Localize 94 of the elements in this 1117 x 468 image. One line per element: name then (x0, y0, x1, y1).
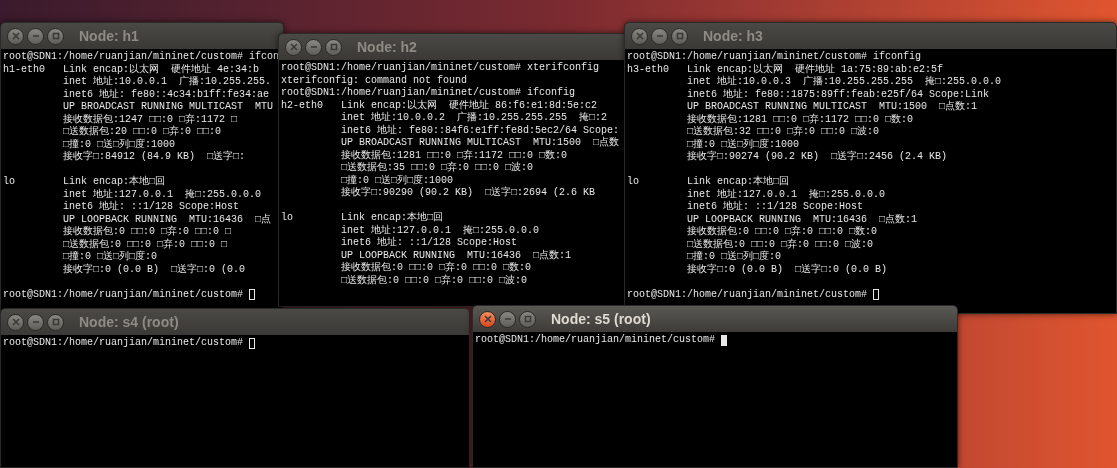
text-cursor (873, 289, 880, 301)
text-cursor (249, 289, 256, 301)
terminal-line: xterifconfig: command not found (281, 74, 469, 87)
minimize-icon (309, 43, 318, 51)
command-prompt: root@SDN1:/home/ruanjian/mininet/custom# (3, 337, 245, 350)
minimize-button[interactable] (305, 38, 322, 56)
terminal-line: inet6 地址: ::1/128 Scope:Host (62, 201, 241, 214)
terminal-line: UP BROADCAST RUNNING MULTICAST MTU:1500 □点数 (340, 137, 621, 149)
maximize-button[interactable] (47, 27, 64, 45)
terminal-line: UP LOOPBACK RUNNING MTU:16436 □点数:1 (340, 249, 573, 261)
command-prompt: root@SDN1:/home/ruanjian/mininet/custom# (627, 288, 869, 301)
terminal-line: □撞:0 □送□列□度:0 (62, 251, 159, 263)
terminal-line: 接收数据包:1281 □□:0 □弃:1172 □□:0 □数:0 (340, 149, 569, 161)
close-button[interactable] (479, 310, 496, 328)
terminal-line: □撞:0 □送□列□度:1000 (686, 138, 801, 150)
minimize-icon (503, 315, 512, 323)
terminal-line: UP LOOPBACK RUNNING MTU:16436 □点 (62, 213, 273, 225)
maximize-icon (329, 43, 338, 51)
maximize-button[interactable] (325, 38, 342, 56)
close-button[interactable] (631, 27, 648, 45)
terminal-line: 接收字□:0 (0.0 B) □送字□:0 (0.0 (62, 263, 247, 276)
terminal-line: 接收字□:90274 (90.2 KB) □送字□:2456 (2.4 KB) (686, 151, 949, 164)
terminal-line: inet6 地址: ::1/128 Scope:Host (340, 237, 519, 250)
terminal-line: inet6 地址: ::1/128 Scope:Host (686, 201, 865, 214)
minimize-icon (31, 32, 40, 40)
terminal-line: □送数据包:32 □□:0 □弃:0 □□:0 □波:0 (686, 126, 881, 138)
terminal-line: h3-eth0 Link encap:以太网 硬件地址 1a:75:89:ab:e2:5f (627, 63, 945, 75)
minimize-icon (655, 32, 664, 40)
command-prompt: root@SDN1:/home/ruanjian/mininet/custom# (475, 334, 717, 347)
close-icon (11, 318, 20, 326)
terminal-line: 接收数据包:1247 □□:0 □弃:1172 □ (62, 113, 239, 125)
terminal-line: □送数据包:0 □□:0 □弃:0 □□:0 □ (62, 238, 229, 250)
terminal-line: □送数据包:20 □□:0 □弃:0 □□:0 (62, 126, 223, 138)
terminal-line: inet 地址:127.0.0.1 掩□:255.0.0.0 (686, 188, 887, 200)
terminal-line: 接收数据包:0 □□:0 □弃:0 □□:0 □ (62, 226, 233, 238)
text-cursor (249, 337, 256, 349)
close-icon (289, 43, 298, 51)
maximize-button[interactable] (519, 310, 536, 328)
terminal-line: inet 地址:127.0.0.1 掩□:255.0.0.0 (340, 224, 541, 236)
minimize-button[interactable] (651, 27, 668, 45)
terminal-line: inet 地址:127.0.0.1 掩□:255.0.0.0 (62, 188, 263, 200)
terminal-line: □送数据包:0 □□:0 □弃:0 □□:0 □波:0 (340, 274, 529, 287)
maximize-icon (675, 32, 684, 40)
terminal-line: inet6 地址: fe80::84f6:e1ff:fe8d:5ec2/64 Scope: (340, 124, 621, 136)
terminal-line: □撞:0 □送□列□度:0 (686, 251, 783, 263)
close-icon (483, 315, 492, 323)
terminal-line: inet 地址:10.0.0.1 广播:10.255.255. (62, 76, 273, 88)
terminal-line: lo Link encap:本地□回 (627, 176, 791, 188)
terminal-line: 接收字□:0 (0.0 B) □送字□:0 (0.0 B) (686, 263, 889, 276)
close-button[interactable] (285, 38, 302, 56)
window-title: Node: s4 (root) (79, 312, 179, 332)
minimize-button[interactable] (27, 27, 44, 45)
terminal-line: UP BROADCAST RUNNING MULTICAST MTU (62, 101, 275, 113)
command-prompt: root@SDN1:/home/ruanjian/mininet/custom# (3, 288, 245, 301)
terminal-line: □送数据包:0 □□:0 □弃:0 □□:0 □波:0 (686, 238, 875, 250)
minimize-icon (31, 318, 40, 326)
terminal-line: root@SDN1:/home/ruanjian/mininet/custom# ifconfig (627, 51, 923, 63)
close-button[interactable] (7, 313, 24, 331)
maximize-button[interactable] (671, 27, 688, 45)
minimize-button[interactable] (499, 310, 516, 328)
maximize-icon (51, 318, 60, 326)
close-icon (11, 32, 20, 40)
terminal-line: 接收字□:90290 (90.2 KB) □送字□:2694 (2.6 KB (340, 187, 597, 200)
terminal-line: root@SDN1:/home/ruanjian/mininet/custom# ifconfig (281, 87, 577, 99)
terminal-line: inet 地址:10.0.0.3 广播:10.255.255.255 掩□:255.0.0.0 (686, 76, 1003, 88)
maximize-button[interactable] (47, 313, 64, 331)
window-title: Node: h1 (79, 26, 139, 46)
terminal-line: 接收字□:84912 (84.9 KB) □送字□: (62, 151, 247, 164)
maximize-icon (51, 32, 60, 40)
terminal-line: h1-eth0 Link encap:以太网 硬件地址 4e:34:b (3, 63, 261, 75)
terminal-line: □撞:0 □送□列□度:1000 (62, 138, 177, 150)
terminal-line: h2-eth0 Link encap:以太网 硬件地址 86:f6:e1:8d:5e:c2 (281, 99, 599, 111)
window-title: Node: h3 (703, 26, 763, 46)
window-title: Node: s5 (root) (551, 309, 651, 329)
terminal-line: 接收数据包:0 □□:0 □弃:0 □□:0 □数:0 (686, 226, 879, 238)
minimize-button[interactable] (27, 313, 44, 331)
terminal-line: inet 地址:10.0.0.2 广播:10.255.255.255 掩□:2 (340, 112, 609, 124)
terminal-line: UP LOOPBACK RUNNING MTU:16436 □点数:1 (686, 213, 919, 225)
text-cursor (721, 334, 728, 346)
close-button[interactable] (7, 27, 24, 45)
terminal-line: 接收数据包:1281 □□:0 □弃:1172 □□:0 □数:0 (686, 113, 915, 125)
terminal-line: □送数据包:35 □□:0 □弃:0 □□:0 □波:0 (340, 162, 535, 174)
terminal-line: root@SDN1:/home/ruanjian/mininet/custom# ifcon (3, 51, 281, 63)
terminal-line: inet6 地址: fe80::4c34:b1ff:fe34:ae (62, 88, 271, 101)
terminal-line: inet6 地址: fe80::1875:89ff:feab:e25f/64 Scope:Link (686, 88, 991, 100)
terminal-line: lo Link encap:本地□回 (281, 212, 445, 224)
terminal-line: root@SDN1:/home/ruanjian/mininet/custom# xterifconfig (281, 62, 601, 75)
window-title: Node: h2 (357, 37, 417, 57)
maximize-icon (523, 315, 532, 323)
terminal-line: UP BROADCAST RUNNING MULTICAST MTU:1500 □点数:1 (686, 101, 979, 113)
close-icon (635, 32, 644, 40)
terminal-line: 接收数据包:0 □□:0 □弃:0 □□:0 □数:0 (340, 262, 533, 274)
terminal-line: lo Link encap:本地□回 (3, 176, 167, 188)
terminal-line: □撞:0 □送□列□度:1000 (340, 174, 455, 186)
